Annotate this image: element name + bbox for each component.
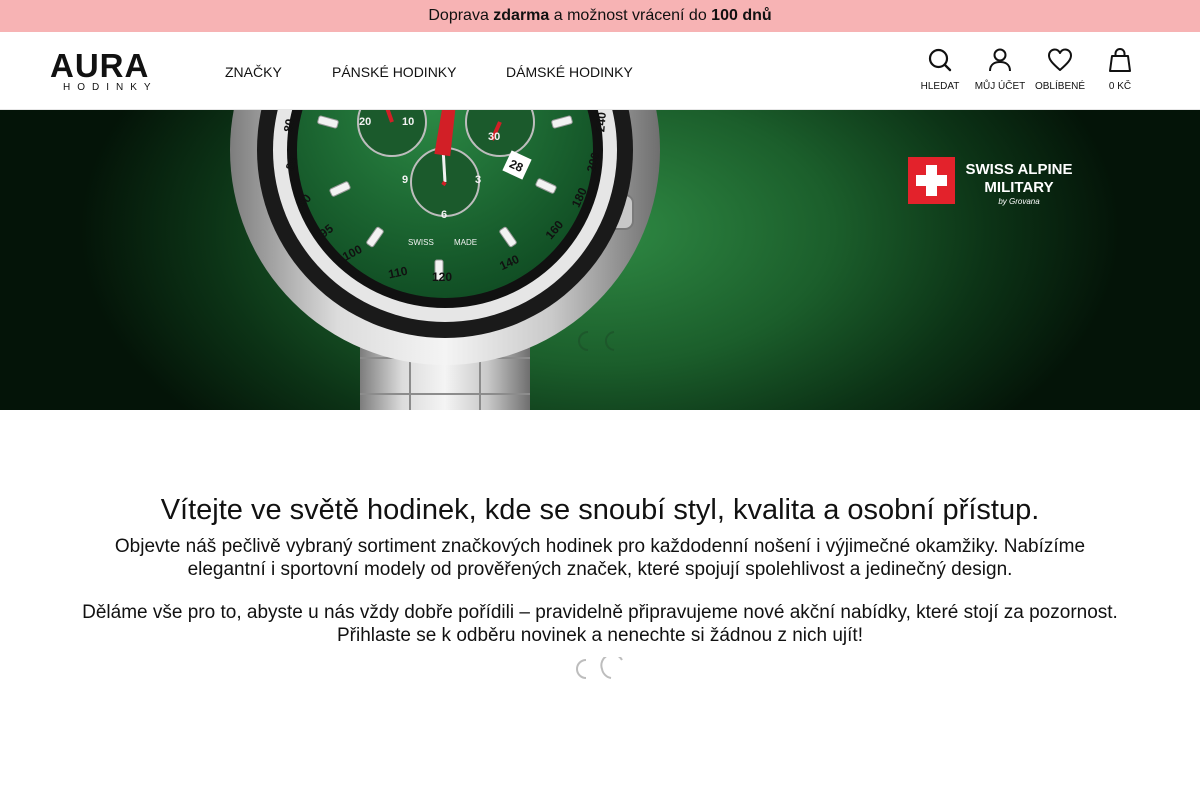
- brand-line-3: by Grovana: [998, 197, 1040, 206]
- dial-number-30: 30: [488, 131, 500, 143]
- welcome-paragraph-1: Objevte náš pečlivě vybraný sortiment zn…: [114, 536, 1086, 580]
- hero-banner[interactable]: 20 10 30 9 3 6 SWISS MADE 28 80 85 90 95…: [0, 110, 1200, 410]
- nav-item-womens-watches[interactable]: DÁMSKÉ HODINKY: [506, 64, 633, 80]
- welcome-title: Vítejte ve světě hodinek, kde se snoubí …: [160, 494, 1040, 526]
- brand-line-2: MILITARY: [984, 179, 1053, 196]
- nav-item-brands[interactable]: ZNAČKY: [225, 64, 282, 80]
- site-header: AURA HODINKY ZNAČKY PÁNSKÉ HODINKY DÁMSK…: [0, 32, 1200, 110]
- logo-subtitle: HODINKY: [63, 82, 158, 93]
- dial-number-9: 9: [402, 174, 408, 186]
- user-icon: [989, 48, 1011, 72]
- dial-number-3: 3: [475, 174, 481, 186]
- bezel-240: 240: [593, 111, 609, 132]
- loading-spinner-icon: [576, 657, 623, 679]
- bezel-80: 80: [281, 117, 297, 133]
- promo-middle: a možnost vrácení do: [549, 7, 712, 24]
- dial-number-10: 10: [402, 116, 414, 128]
- promo-bar: Doprava zdarma a možnost vrácení do 100 …: [0, 0, 1200, 32]
- heart-icon: [1048, 48, 1072, 71]
- site-logo[interactable]: AURA HODINKY: [50, 49, 162, 93]
- promo-days: 100 dnů: [711, 7, 772, 24]
- welcome-paragraph-2: Děláme vše pro to, abyste u nás vždy dob…: [82, 602, 1118, 646]
- promo-prefix: Doprava: [428, 7, 494, 24]
- search-icon: [928, 48, 952, 72]
- cart-total: 0 KČ: [1108, 81, 1132, 92]
- nav-item-mens-watches[interactable]: PÁNSKÉ HODINKY: [332, 64, 456, 80]
- watch-image: 20 10 30 9 3 6 SWISS MADE 28 80 85 90 95…: [230, 110, 660, 410]
- dial-made: MADE: [454, 238, 477, 247]
- swiss-alpine-military-logo: SWISS ALPINE MILITARY by Grovana: [908, 157, 1073, 206]
- dial-number-20: 20: [359, 116, 371, 128]
- hero-loading-spinner-icon: [578, 331, 615, 351]
- dial-number-6: 6: [441, 209, 447, 221]
- bag-icon: [1109, 47, 1131, 72]
- dial-swiss: SWISS: [408, 238, 434, 247]
- logo-word: AURA: [50, 47, 150, 84]
- bezel-120: 120: [432, 270, 452, 284]
- brand-line-1: SWISS ALPINE: [966, 161, 1073, 178]
- promo-free: zdarma: [493, 7, 550, 24]
- cart-button[interactable]: 0 KČ: [1085, 47, 1155, 93]
